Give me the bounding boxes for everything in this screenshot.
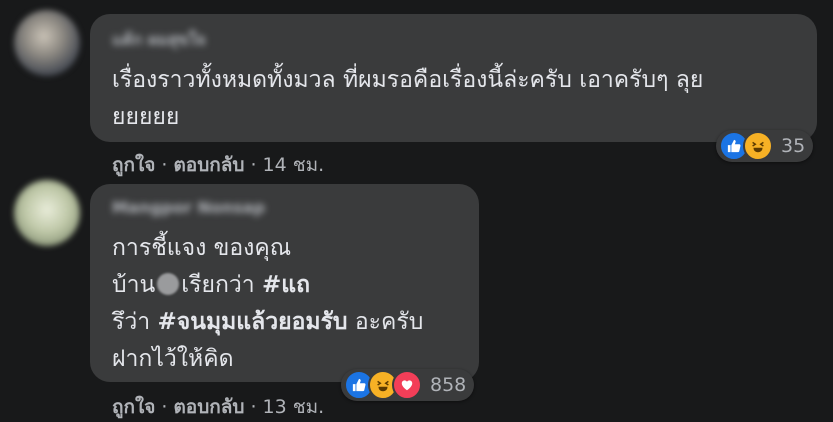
comment-line: รึว่า #จนมุมแล้วยอมรับ อะครับ <box>112 304 423 341</box>
comment-bubble: Mangpor Nonsap การชี้แจง ของคุณ บ้าน เรีย… <box>90 184 479 382</box>
hashtag-link[interactable]: #จนมุมแล้วยอมรับ <box>158 309 348 335</box>
hashtag-link[interactable]: #แถ <box>262 272 310 298</box>
reply-link[interactable]: ตอบกลับ <box>173 396 244 418</box>
comment-author-name[interactable]: แต้ก ผมสุขใจ <box>112 28 206 49</box>
reaction-count: 35 <box>781 135 806 157</box>
comment-text: การชี้แจง ของคุณ บ้าน เรียกว่า #แถ รึว่า … <box>112 230 423 378</box>
separator-dot: · <box>250 396 257 418</box>
like-link[interactable]: ถูกใจ <box>112 396 155 418</box>
comment-actions: ถูกใจ · ตอบกลับ · 14 ชม. <box>112 150 324 180</box>
comment-text-segment: รึว่า <box>112 309 151 335</box>
comment-bubble: แต้ก ผมสุขใจ เรื่องราวทั้งหมดทั้งมวล ที่… <box>90 14 817 142</box>
reply-link[interactable]: ตอบกลับ <box>173 154 244 176</box>
comment-line: บ้าน เรียกว่า #แถ <box>112 267 423 304</box>
comment-line: เรื่องราวทั้งหมดทั้งมวล ที่ผมรอคือเรื่อง… <box>112 67 704 93</box>
comment-text-segment: อะครับ <box>354 309 424 335</box>
comment-actions: ถูกใจ · ตอบกลับ · 13 ชม. <box>112 392 324 422</box>
heart-icon <box>392 370 422 400</box>
comment-author-name[interactable]: Mangpor Nonsap <box>112 198 265 218</box>
comment-line: การชี้แจง ของคุณ <box>112 235 292 261</box>
like-link[interactable]: ถูกใจ <box>112 154 155 176</box>
comment-timestamp[interactable]: 14 ชม. <box>263 154 325 176</box>
reaction-summary[interactable]: 858 <box>341 369 475 401</box>
comment-text: เรื่องราวทั้งหมดทั้งมวล ที่ผมรอคือเรื่อง… <box>112 62 703 136</box>
comment-line: ยยยยย <box>112 104 180 130</box>
laughing-face-icon <box>743 131 773 161</box>
separator-dot: · <box>250 154 257 176</box>
commenter-avatar[interactable] <box>14 180 80 246</box>
censored-blur <box>157 273 180 295</box>
separator-dot: · <box>161 396 168 418</box>
comment-text-segment: บ้าน <box>112 272 156 298</box>
separator-dot: · <box>161 154 168 176</box>
reaction-summary[interactable]: 35 <box>716 130 814 162</box>
reaction-count: 858 <box>430 374 467 396</box>
commenter-avatar[interactable] <box>14 10 80 76</box>
comment-text-segment: เรียกว่า <box>181 272 255 298</box>
comment-timestamp[interactable]: 13 ชม. <box>263 396 325 418</box>
